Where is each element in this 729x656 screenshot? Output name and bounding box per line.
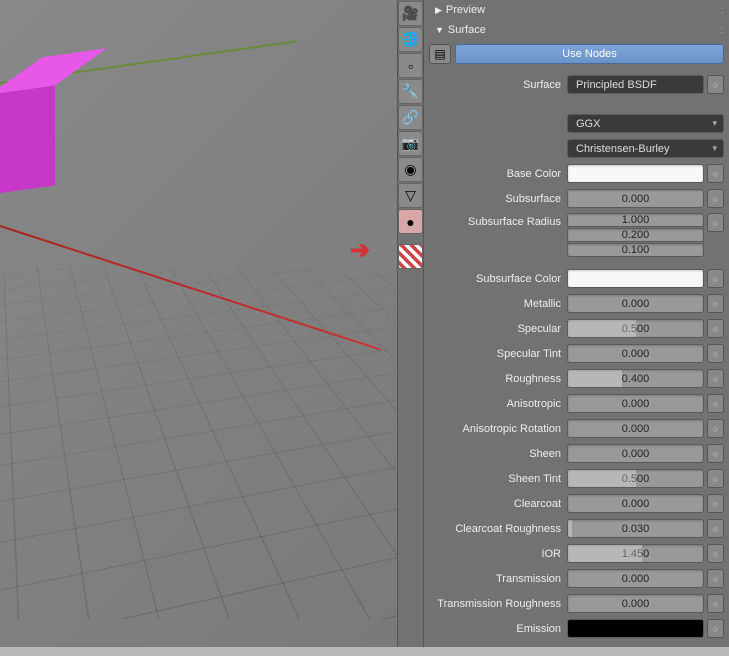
clearcoat-label: Clearcoat [429,498,567,510]
anisotropic-label: Anisotropic [429,398,567,410]
anisotropic-slider[interactable]: 0.000 [567,394,704,413]
sheen-label: Sheen [429,448,567,460]
specular-label: Specular [429,323,567,335]
node-socket-button[interactable]: ○ [707,344,724,363]
subsurface-radius-label: Subsurface Radius [429,213,567,228]
tab-object[interactable]: ▫ [398,53,423,78]
tab-material[interactable]: ● [398,209,423,234]
emission-color-swatch[interactable] [567,619,704,638]
specular-slider[interactable]: 0.500 [567,319,704,338]
node-socket-button[interactable]: ○ [707,369,724,388]
subsurface-label: Subsurface [429,193,567,205]
sheen-tint-slider[interactable]: 0.500 [567,469,704,488]
ior-label: IOR [429,548,567,560]
node-socket-button[interactable]: ○ [707,189,724,208]
clearcoat-roughness-slider[interactable]: 0.030 [567,519,704,538]
annotation-arrow-material-tab: ➔ [350,236,370,265]
node-socket-button[interactable]: ○ [707,569,724,588]
node-socket-button[interactable]: ○ [707,269,724,288]
sss-method-dropdown[interactable]: Christensen-Burley [567,139,724,158]
specular-tint-slider[interactable]: 0.000 [567,344,704,363]
node-socket-button[interactable]: ○ [707,319,724,338]
properties-tabs: 🎥 🌐 ▫ 🔧 🔗 📷 ◉ ▽ ● [397,0,424,647]
tab-physics[interactable]: ◉ [398,157,423,182]
sheen-slider[interactable]: 0.000 [567,444,704,463]
anisotropic-rotation-label: Anisotropic Rotation [429,423,567,435]
sss-radius-r[interactable]: 1.000 [567,213,704,227]
clearcoat-roughness-label: Clearcoat Roughness [429,523,567,535]
specular-tint-label: Specular Tint [429,348,567,360]
node-socket-button[interactable]: ○ [707,213,724,232]
node-socket-button[interactable]: ○ [707,164,724,183]
base-color-label: Base Color [429,168,567,180]
transmission-roughness-label: Transmission Roughness [429,598,567,610]
mesh-cube[interactable] [0,85,55,194]
panel-title: Preview [446,4,485,16]
node-socket-button[interactable]: ○ [707,75,724,94]
expand-icon: ▼ [435,25,444,35]
anisotropic-rotation-slider[interactable]: 0.000 [567,419,704,438]
properties-panel: ▶ Preview :::: ▼ Surface :::: ▤ Use Node… [424,0,729,647]
node-socket-button[interactable]: ○ [707,394,724,413]
node-socket-button[interactable]: ○ [707,619,724,638]
clearcoat-slider[interactable]: 0.000 [567,494,704,513]
metallic-label: Metallic [429,298,567,310]
subsurface-color-label: Subsurface Color [429,273,567,285]
node-socket-button[interactable]: ○ [707,544,724,563]
subsurface-color-swatch[interactable] [567,269,704,288]
node-socket-button[interactable]: ○ [707,469,724,488]
status-bar [0,647,729,656]
node-socket-button[interactable]: ○ [707,444,724,463]
node-socket-button[interactable]: ○ [707,519,724,538]
sss-radius-b[interactable]: 0.100 [567,243,704,257]
transmission-slider[interactable]: 0.000 [567,569,704,588]
transmission-label: Transmission [429,573,567,585]
ior-slider[interactable]: 1.450 [567,544,704,563]
node-socket-button[interactable]: ○ [707,494,724,513]
node-socket-button[interactable]: ○ [707,594,724,613]
node-editor-button[interactable]: ▤ [429,44,451,64]
tab-constraints[interactable]: 🔗 [398,105,423,130]
metallic-slider[interactable]: 0.000 [567,294,704,313]
tab-render[interactable]: 🎥 [398,1,423,26]
viewport-3d[interactable] [0,0,397,647]
subsurface-slider[interactable]: 0.000 [567,189,704,208]
panel-surface-header[interactable]: ▼ Surface :::: [429,20,724,40]
grid-floor [0,268,397,618]
sss-radius-g[interactable]: 0.200 [567,228,704,242]
panel-title: Surface [448,24,486,36]
sheen-tint-label: Sheen Tint [429,473,567,485]
tab-modifiers[interactable]: 🔧 [398,79,423,104]
tab-texture[interactable] [398,244,423,269]
collapse-icon: ▶ [435,5,442,16]
base-color-swatch[interactable] [567,164,704,183]
distribution-dropdown[interactable]: GGX [567,114,724,133]
surface-shader-dropdown[interactable]: Principled BSDF [567,75,704,94]
node-socket-button[interactable]: ○ [707,294,724,313]
transmission-roughness-slider[interactable]: 0.000 [567,594,704,613]
node-socket-button[interactable]: ○ [707,419,724,438]
roughness-slider[interactable]: 0.400 [567,369,704,388]
emission-label: Emission [429,623,567,635]
panel-preview-header[interactable]: ▶ Preview :::: [429,0,724,20]
surface-label: Surface [429,79,567,91]
tab-world[interactable]: 🌐 [398,27,423,52]
tab-camera[interactable]: 📷 [398,131,423,156]
use-nodes-button[interactable]: Use Nodes [455,44,724,64]
roughness-label: Roughness [429,373,567,385]
tab-data[interactable]: ▽ [398,183,423,208]
